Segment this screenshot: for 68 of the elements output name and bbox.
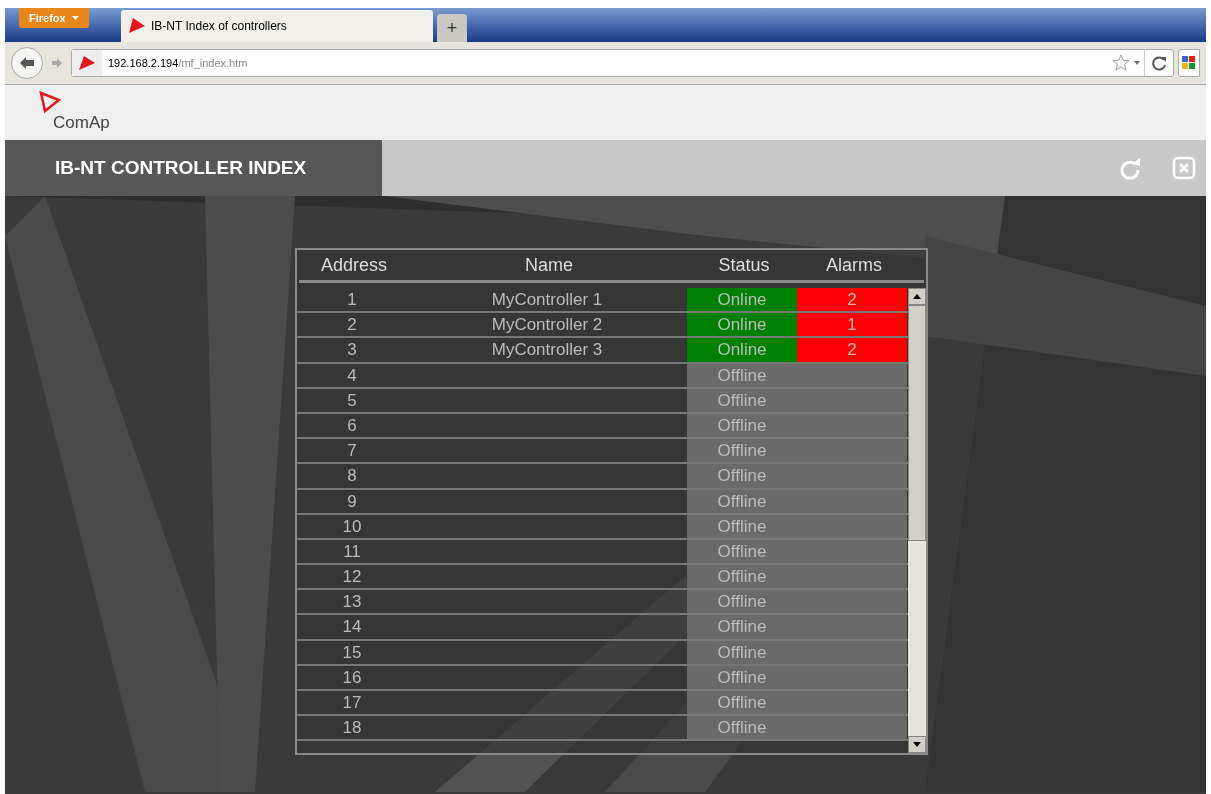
table-cell-text: 5 [346, 389, 358, 412]
alarm-cell: 2 [797, 338, 907, 362]
status-cell: Offline [687, 615, 797, 639]
status-cell: Offline [687, 640, 797, 664]
table-cell-text: 2 [346, 314, 358, 337]
tab-title: IB-NT Index of controllers [151, 18, 287, 35]
status-cell: Offline [687, 514, 797, 538]
back-button[interactable] [11, 47, 43, 79]
column-header: Name [524, 253, 574, 277]
column-header: Status [717, 253, 771, 277]
table-cell-text: 10 [341, 515, 363, 538]
table-cell-text: 3 [346, 339, 358, 362]
table-cell-text: 11 [342, 540, 362, 563]
table-cell-text: 12 [341, 566, 363, 589]
alarm-cell: 1 [797, 313, 907, 337]
table-cell-text: 7 [346, 440, 358, 463]
table-cell-text: 18 [341, 717, 363, 740]
url-path: /mf_index.htm [178, 55, 248, 71]
app-icon [127, 17, 147, 35]
table-cell-text: 1 [346, 289, 358, 311]
table-cell-text: MyController 2 [490, 314, 604, 337]
status-cell: Online [687, 313, 797, 337]
logo-icon [39, 90, 61, 113]
status-cell: Offline [687, 439, 797, 463]
status-cell: Offline [687, 363, 797, 387]
table-cell-text: 4 [346, 364, 358, 387]
site-icon [78, 55, 96, 71]
logo-text: ComAp [53, 111, 110, 134]
scrollbar[interactable] [908, 288, 926, 753]
column-header: Address [319, 253, 388, 277]
forward-arrow-icon [51, 57, 63, 69]
back-arrow-icon [19, 56, 35, 70]
scroll-up-icon[interactable] [913, 294, 921, 299]
browser-tab[interactable]: IB-NT Index of controllers [121, 10, 433, 42]
table-cell-text: 13 [341, 591, 363, 614]
reload-icon[interactable] [1151, 55, 1167, 71]
alarm-cell: 2 [797, 288, 907, 312]
status-cell: Offline [687, 590, 797, 614]
status-cell: Offline [687, 539, 797, 564]
status-cell: Offline [687, 716, 797, 740]
status-cell: Online [687, 338, 797, 362]
table-cell-text: MyController 1 [490, 289, 604, 311]
star-icon[interactable] [1112, 54, 1130, 72]
table-cell-text: MyController 3 [490, 339, 604, 362]
table-cell-text: 15 [341, 641, 363, 664]
status-cell: Offline [687, 413, 797, 438]
status-cell: Offline [687, 691, 797, 715]
dropdown-icon[interactable] [1134, 61, 1140, 65]
status-cell: Offline [687, 489, 797, 513]
table-cell-text: 6 [346, 414, 358, 437]
table-cell-text: 16 [341, 666, 363, 689]
table-cell-text: 17 [341, 692, 363, 714]
status-cell: Offline [687, 464, 797, 488]
table-cell-text: 8 [346, 465, 358, 488]
url-host: 192.168.2.194 [108, 55, 179, 71]
table-cell-text: 14 [341, 616, 363, 639]
column-header: Alarms [825, 253, 883, 277]
table-cell-text: 9 [346, 490, 358, 513]
status-cell: Offline [687, 388, 797, 412]
new-tab-button[interactable]: + [437, 14, 467, 42]
page-title: IB-NT CONTROLLER INDEX [55, 155, 307, 180]
status-cell: Offline [687, 665, 797, 689]
scroll-down-icon[interactable] [913, 742, 921, 747]
status-cell: Online [687, 288, 797, 312]
status-cell: Offline [687, 565, 797, 589]
caret-icon [71, 16, 79, 20]
search-engine-icon[interactable] [1178, 49, 1200, 77]
address-bar[interactable]: 192.168.2.194/mf_index.htm [71, 49, 1174, 77]
